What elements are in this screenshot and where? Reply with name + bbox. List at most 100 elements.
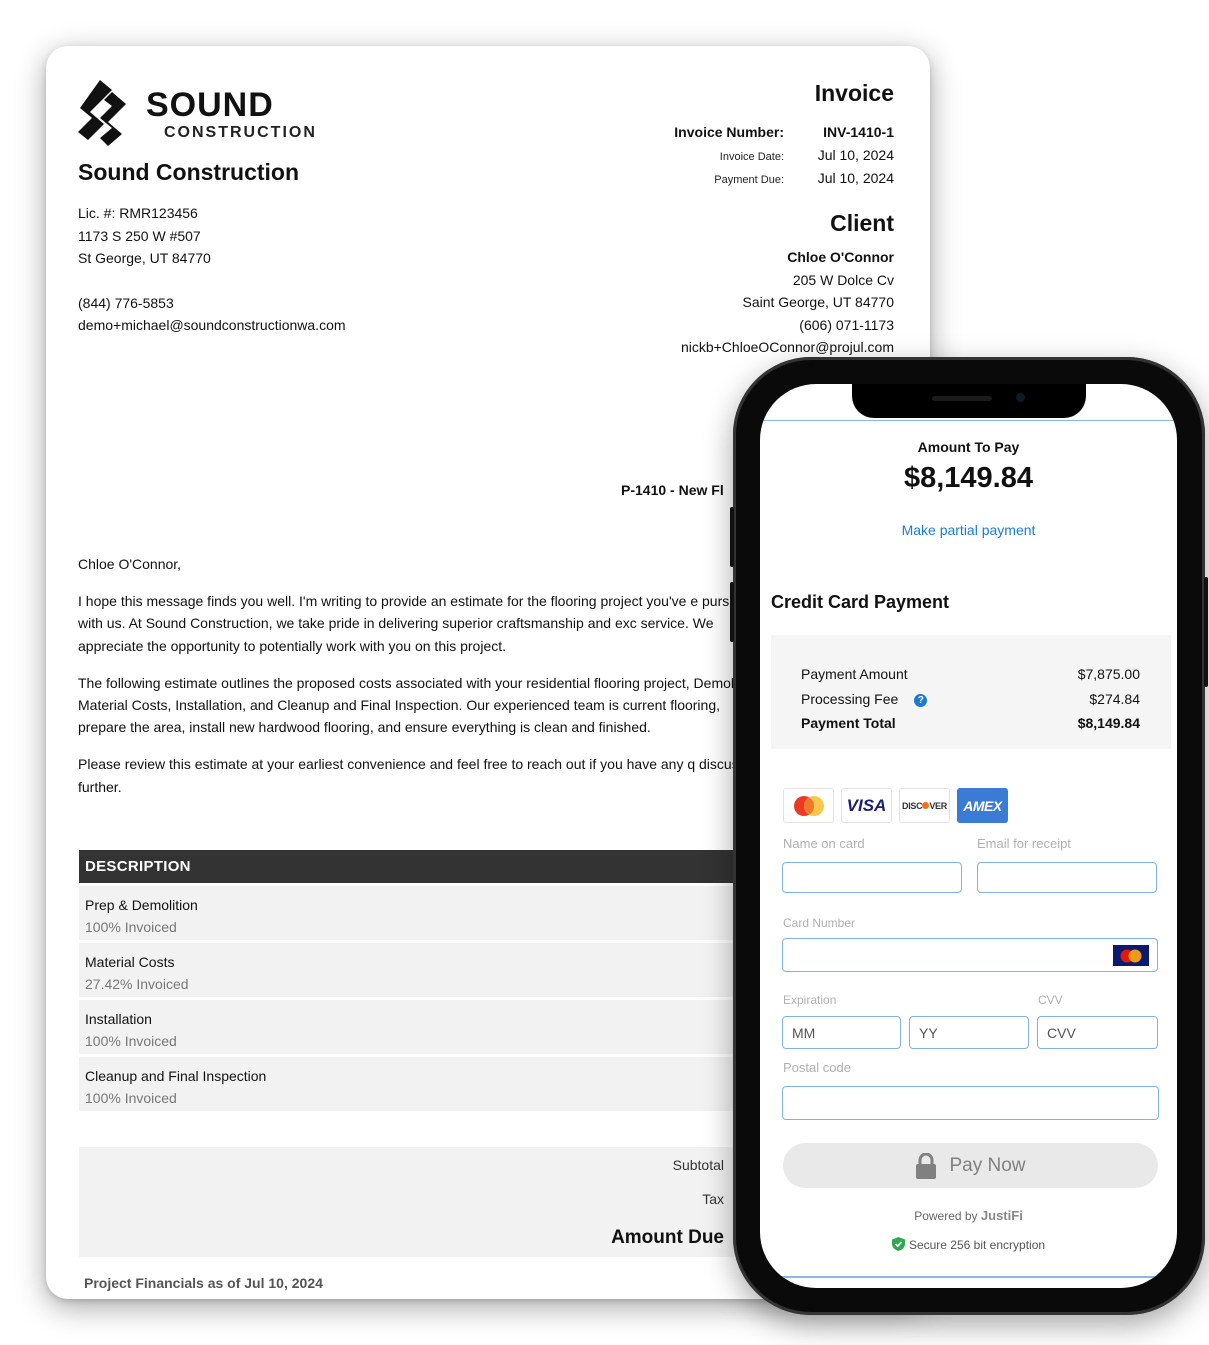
logo-wordmark: SOUND xyxy=(146,86,274,124)
cvv-input[interactable] xyxy=(1037,1016,1158,1049)
company-address-line2: St George, UT 84770 xyxy=(78,250,211,266)
letter-greeting: Chloe O'Connor, xyxy=(78,556,182,572)
card-number-label: Card Number xyxy=(783,916,856,930)
processing-fee-label: Processing Fee xyxy=(801,691,899,707)
justifi-logo: JustiFi xyxy=(980,1208,1023,1223)
company-license: Lic. #: RMR123456 xyxy=(78,205,198,221)
logo-subtitle: CONSTRUCTION xyxy=(164,124,317,141)
postal-code-label: Postal code xyxy=(783,1060,851,1075)
payment-due-value: Jul 10, 2024 xyxy=(817,170,894,186)
payment-summary: Payment Amount $7,875.00 Processing Fee?… xyxy=(771,635,1171,749)
phone-mockup: Amount To Pay $8,149.84 Make partial pay… xyxy=(730,357,1208,1315)
logo-mark-icon xyxy=(78,80,126,146)
tax-label: Tax xyxy=(702,1191,724,1207)
payment-amount-label: Payment Amount xyxy=(801,666,908,682)
secure-encryption-note: Secure 256 bit encryption xyxy=(760,1237,1177,1252)
payment-amount-row: Payment Amount $7,875.00 xyxy=(801,666,1140,682)
line-item-status: 100% Invoiced xyxy=(85,1090,177,1106)
line-item-title: Material Costs xyxy=(85,954,175,970)
table-row: Cleanup and Final Inspection 100% Invoic… xyxy=(79,1057,779,1111)
processing-fee-row: Processing Fee? $274.84 xyxy=(801,691,1140,707)
pay-now-button[interactable]: Pay Now xyxy=(783,1143,1158,1188)
letter-paragraph-1: I hope this message finds you well. I'm … xyxy=(78,593,756,654)
cover-letter: Chloe O'Connor, I hope this message find… xyxy=(78,553,768,813)
project-title: P-1410 - New Fl xyxy=(621,482,724,498)
email-receipt-input[interactable] xyxy=(977,862,1157,893)
name-on-card-input[interactable] xyxy=(782,862,962,893)
mastercard-icon xyxy=(783,788,834,823)
amount-due-label: Amount Due xyxy=(611,1227,724,1248)
line-item-status: 100% Invoiced xyxy=(85,919,177,935)
phone-power-button xyxy=(1204,577,1208,687)
amex-icon: AMEX xyxy=(957,788,1008,823)
phone-volume-button xyxy=(730,507,734,567)
letter-paragraph-2: The following estimate outlines the prop… xyxy=(78,674,764,736)
card-number-input[interactable] xyxy=(782,938,1158,972)
line-item-title: Prep & Demolition xyxy=(85,897,198,913)
payment-screen: Amount To Pay $8,149.84 Make partial pay… xyxy=(760,384,1177,1288)
expiration-year-input[interactable] xyxy=(909,1016,1029,1049)
invoice-number-value: INV-1410-1 xyxy=(823,124,894,140)
phone-notch xyxy=(852,384,1086,418)
invoice-date-label: Invoice Date: xyxy=(719,151,784,163)
pay-now-label: Pay Now xyxy=(949,1154,1026,1176)
invoice-date-value: Jul 10, 2024 xyxy=(817,147,894,163)
postal-code-input[interactable] xyxy=(782,1086,1159,1120)
client-info: Chloe O'Connor 205 W Dolce Cv Saint Geor… xyxy=(681,246,894,359)
client-phone: (606) 071-1173 xyxy=(799,316,894,333)
speaker-icon xyxy=(932,396,992,401)
visa-label: VISA xyxy=(846,795,887,815)
amount-to-pay-value: $8,149.84 xyxy=(903,462,1033,494)
payment-amount-value: $7,875.00 xyxy=(1077,666,1140,682)
divider xyxy=(760,1276,1177,1278)
invoice-meta: Invoice Number: INV-1410-1 Invoice Date:… xyxy=(584,124,894,193)
line-item-title: Cleanup and Final Inspection xyxy=(85,1068,267,1084)
payment-total-value: $8,149.84 xyxy=(1077,715,1140,731)
amex-label: AMEX xyxy=(963,797,1002,814)
description-table: DESCRIPTION Prep & Demolition 100% Invoi… xyxy=(79,850,779,1111)
client-name: Chloe O'Connor xyxy=(787,249,894,265)
amount-to-pay-label: Amount To Pay xyxy=(917,439,1020,455)
table-row: Material Costs 27.42% Invoiced xyxy=(79,943,779,997)
discover-icon: DISC VER xyxy=(899,788,950,823)
lock-icon xyxy=(916,1152,937,1179)
table-header-description: DESCRIPTION xyxy=(79,850,779,883)
line-item-status: 27.42% Invoiced xyxy=(85,976,189,992)
company-phone: (844) 776-5853 xyxy=(78,294,174,311)
name-on-card-label: Name on card xyxy=(783,836,865,851)
shield-check-icon xyxy=(891,1237,905,1251)
invoice-number-label: Invoice Number: xyxy=(674,124,784,140)
card-type-mastercard-icon xyxy=(1113,945,1149,966)
divider xyxy=(760,420,1177,421)
help-question-icon[interactable]: ? xyxy=(914,694,928,707)
invoice-title: Invoice xyxy=(814,80,894,106)
payment-due-label: Payment Due: xyxy=(714,174,784,186)
phone-volume-button xyxy=(730,582,734,642)
totals-section: Subtotal Tax Amount Due xyxy=(79,1147,779,1257)
client-address-line2: Saint George, UT 84770 xyxy=(742,294,894,310)
company-email: demo+michael@soundconstructionwa.com xyxy=(78,317,346,333)
line-item-status: 100% Invoiced xyxy=(85,1033,177,1049)
camera-icon xyxy=(1016,393,1025,402)
email-receipt-label: Email for receipt xyxy=(977,836,1071,851)
powered-by-label: Powered by xyxy=(914,1209,978,1223)
client-address-line1: 205 W Dolce Cv xyxy=(792,271,894,288)
payment-total-label: Payment Total xyxy=(801,715,896,731)
processing-fee-value: $274.84 xyxy=(1089,691,1140,707)
invoice-date-row: Invoice Date: Jul 10, 2024 xyxy=(584,147,894,170)
line-item-title: Installation xyxy=(85,1011,152,1027)
invoice-number-row: Invoice Number: INV-1410-1 xyxy=(584,124,894,147)
project-financials-heading: Project Financials as of Jul 10, 2024 xyxy=(84,1275,323,1291)
table-row: Installation 100% Invoiced xyxy=(79,1000,779,1054)
subtotal-label: Subtotal xyxy=(672,1157,724,1173)
card-brand-list: VISA DISC VER AMEX xyxy=(783,788,1008,823)
company-info: Lic. #: RMR123456 1173 S 250 W #507 St G… xyxy=(78,202,346,337)
make-partial-payment-link[interactable]: Make partial payment xyxy=(760,522,1177,538)
company-name: Sound Construction xyxy=(78,159,300,185)
company-address-line1: 1173 S 250 W #507 xyxy=(78,227,201,244)
letter-paragraph-3: Please review this estimate at your earl… xyxy=(78,756,746,795)
expiration-month-input[interactable] xyxy=(782,1016,901,1049)
payment-due-row: Payment Due: Jul 10, 2024 xyxy=(584,170,894,193)
visa-icon: VISA xyxy=(841,788,892,823)
client-email: nickb+ChloeOConnor@projul.com xyxy=(680,339,894,355)
